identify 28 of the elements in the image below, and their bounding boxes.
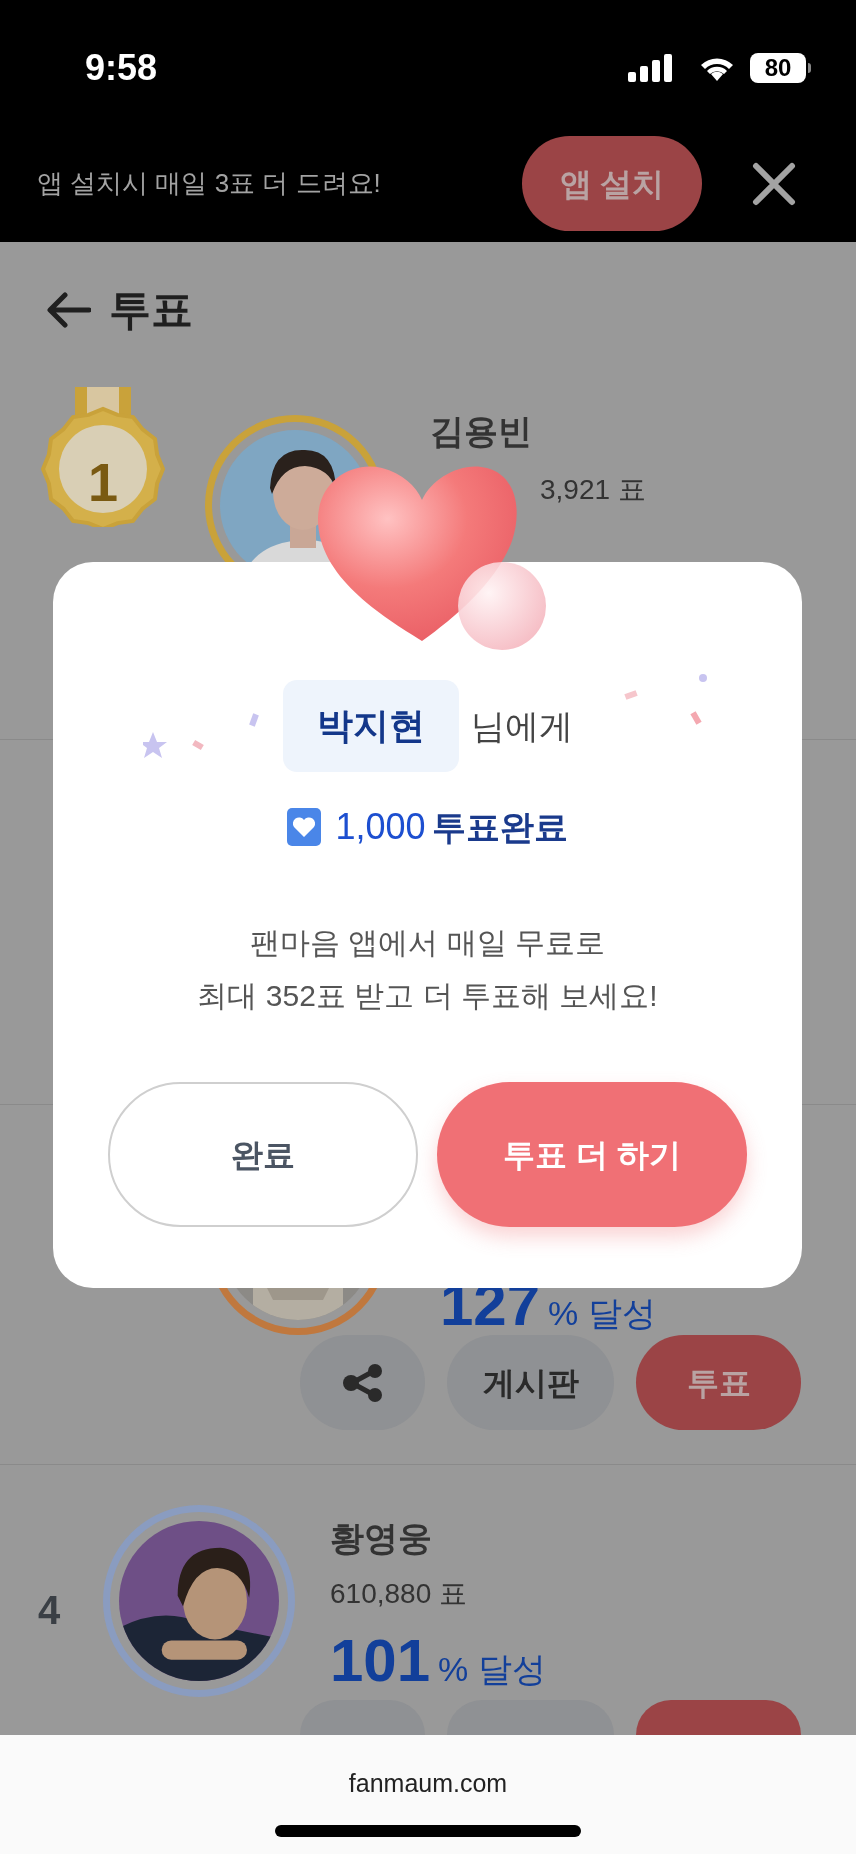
achievement-percent: 101	[330, 1626, 431, 1696]
banner-text: 앱 설치시 매일 3표 더 드려요!	[37, 167, 381, 200]
achievement-label: % 달성	[548, 1293, 656, 1334]
recipient-suffix: 님에게	[470, 705, 573, 747]
vote-more-button[interactable]: 투표 더 하기	[437, 1082, 747, 1227]
message-text: 팬마음 앱에서 매일 무료로	[250, 925, 605, 961]
install-app-button[interactable]: 앱 설치	[522, 136, 702, 231]
close-icon[interactable]	[752, 161, 796, 206]
vote-count: 3,921 표	[540, 473, 646, 507]
candidate-name: 황영웅	[330, 1518, 433, 1559]
status-time: 9:58	[85, 45, 158, 90]
vote-count: 1,000	[335, 805, 426, 849]
url-text[interactable]: fanmaum.com	[348, 1765, 508, 1803]
recipient-name: 박지현	[282, 680, 459, 772]
page-title: 투표	[109, 285, 193, 335]
rank-number: 4	[38, 1587, 61, 1634]
vote-count: 610,880 표	[330, 1577, 468, 1611]
message-text: 최대 352표 받고 더 투표해 보세요!	[197, 978, 658, 1014]
board-button[interactable]: 게시판	[447, 1335, 614, 1430]
share-icon	[341, 1362, 384, 1403]
back-arrow-icon[interactable]	[47, 291, 91, 328]
vote-status: 투표완료	[431, 806, 568, 848]
candidate-name: 김용빈	[430, 411, 533, 451]
signal-icon	[628, 53, 674, 82]
achievement-label: % 달성	[438, 1649, 546, 1690]
close-button[interactable]: 완료	[108, 1082, 418, 1227]
vote-button[interactable]: 투표	[636, 1335, 801, 1430]
heart-badge-icon	[287, 808, 322, 846]
